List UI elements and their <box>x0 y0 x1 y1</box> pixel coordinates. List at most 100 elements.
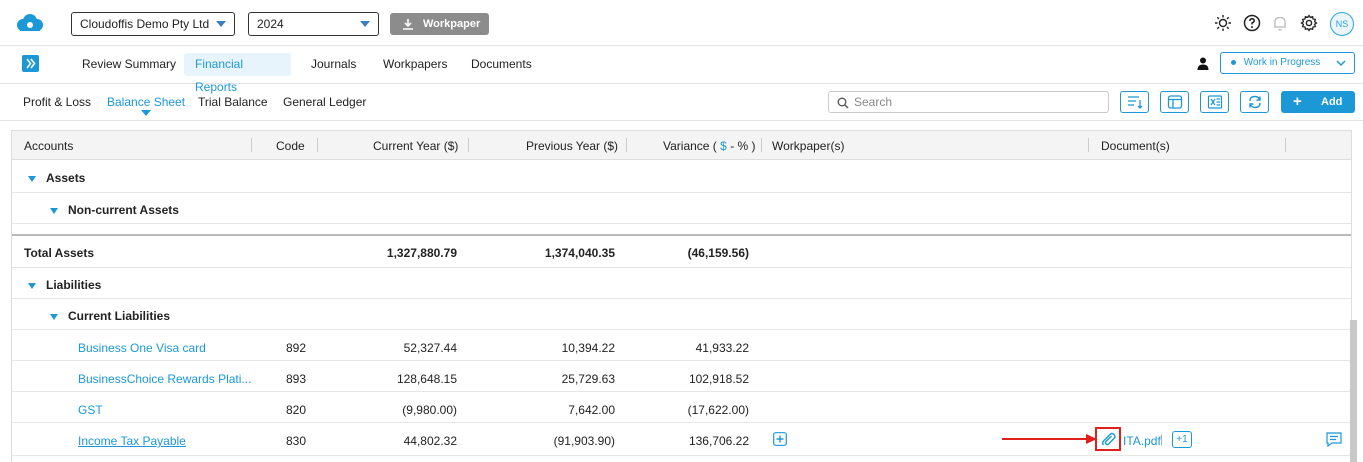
export-excel-button[interactable] <box>1200 91 1229 113</box>
group-row-non-current-assets[interactable]: Non-current Assets <box>12 193 1351 224</box>
clipped-row <box>12 224 1351 236</box>
col-code[interactable]: Code <box>276 139 305 153</box>
sort-button[interactable] <box>1120 91 1149 113</box>
col-current-year[interactable]: Current Year ($) <box>373 139 458 153</box>
total-assets-previous: 1,374,040.35 <box>544 246 615 260</box>
column-divider[interactable] <box>251 138 252 152</box>
download-icon <box>403 19 413 30</box>
variance-value: 136,706.22 <box>688 434 749 448</box>
column-divider[interactable] <box>1088 138 1089 152</box>
group-row-assets[interactable]: Assets <box>12 161 1351 193</box>
group-title: Current Liabilities <box>68 309 171 323</box>
workpaper-button-label: Workpaper <box>423 18 481 30</box>
tab-general-ledger[interactable]: General Ledger <box>283 95 366 109</box>
account-link[interactable]: Business One Visa card <box>78 341 206 355</box>
table-row[interactable]: Income Tax Payable 830 44,802.32 (91,903… <box>12 423 1351 456</box>
year-select[interactable]: 2024 <box>248 12 379 36</box>
tab-trial-balance[interactable]: Trial Balance <box>198 95 268 109</box>
table-header: Accounts Code Current Year ($) Previous … <box>12 131 1351 160</box>
column-divider[interactable] <box>761 138 762 152</box>
collapse-triangle-icon[interactable] <box>50 207 58 214</box>
col-accounts[interactable]: Accounts <box>24 139 73 153</box>
account-link[interactable]: Income Tax Payable <box>78 434 186 448</box>
total-assets-variance: (46,159.56) <box>687 246 749 260</box>
scrollbar[interactable] <box>1350 320 1357 462</box>
columns-button[interactable] <box>1160 91 1189 113</box>
account-link[interactable]: BusinessChoice Rewards Plati... <box>78 372 251 386</box>
current-year-value: 128,648.15 <box>396 372 457 386</box>
person-icon[interactable] <box>1197 57 1209 70</box>
previous-year-value: 25,729.63 <box>561 372 615 386</box>
gear-icon[interactable] <box>1300 14 1318 32</box>
add-workpaper-icon[interactable] <box>773 432 787 446</box>
add-button-label: Add <box>1321 96 1343 108</box>
tab-profit-loss[interactable]: Profit & Loss <box>23 95 91 109</box>
cloudoffis-logo[interactable] <box>14 12 46 34</box>
col-variance-dollar: $ <box>720 139 727 153</box>
company-select[interactable]: Cloudoffis Demo Pty Ltd <box>71 12 235 36</box>
sun-icon[interactable] <box>1214 14 1232 32</box>
col-workpapers[interactable]: Workpaper(s) <box>772 139 844 153</box>
col-documents[interactable]: Document(s) <box>1101 139 1170 153</box>
group-label: Non-current Assets <box>50 203 179 217</box>
account-code: 893 <box>286 372 307 386</box>
current-year-value: 44,802.32 <box>403 434 457 448</box>
refresh-button[interactable] <box>1240 91 1269 113</box>
comment-icon[interactable] <box>1326 432 1342 447</box>
account-link[interactable]: GST <box>78 403 103 417</box>
expand-sidebar-button[interactable] <box>22 55 39 72</box>
col-previous-year[interactable]: Previous Year ($) <box>526 139 618 153</box>
search-input[interactable]: Search <box>828 91 1109 113</box>
collapse-triangle-icon[interactable] <box>28 282 36 289</box>
status-select[interactable]: Work in Progress <box>1220 52 1355 74</box>
chevron-down-icon <box>360 21 370 27</box>
add-button[interactable]: + Add <box>1281 91 1355 113</box>
excel-icon <box>1207 95 1223 109</box>
double-chevron-right-icon <box>26 58 36 69</box>
user-avatar[interactable]: NS <box>1330 12 1354 36</box>
group-title: Assets <box>46 171 86 185</box>
table-row[interactable]: Business One Visa card 892 52,327.44 10,… <box>12 330 1351 361</box>
variance-value: 102,918.52 <box>688 372 749 386</box>
report-subnav: Profit & Loss Balance Sheet Trial Balanc… <box>0 84 1363 121</box>
status-value: Work in Progress <box>1243 57 1321 68</box>
tab-financial-reports[interactable]: Financial Reports <box>184 53 291 94</box>
document-link[interactable]: ITA.pdf <box>1123 434 1161 448</box>
tab-workpapers[interactable]: Workpapers <box>372 53 458 76</box>
col-variance[interactable]: Variance ( $ - % ) <box>663 139 756 153</box>
collapse-triangle-icon[interactable] <box>28 175 36 182</box>
table-row[interactable]: GST 820 (9,980.00) 7,642.00 (17,622.00) <box>12 392 1351 423</box>
group-label: Assets <box>28 171 85 185</box>
previous-year-value: 7,642.00 <box>568 403 615 417</box>
column-divider[interactable] <box>468 138 469 152</box>
help-icon[interactable] <box>1243 14 1261 32</box>
company-select-value: Cloudoffis Demo Pty Ltd <box>80 17 210 31</box>
tab-documents[interactable]: Documents <box>460 53 543 76</box>
collapse-triangle-icon[interactable] <box>50 313 58 320</box>
workpaper-button[interactable]: Workpaper <box>390 13 489 35</box>
group-row-liabilities[interactable]: Liabilities <box>12 268 1351 299</box>
total-assets-label: Total Assets <box>24 246 95 260</box>
account-code: 830 <box>286 434 307 448</box>
column-divider[interactable] <box>317 138 318 152</box>
group-row-current-liabilities[interactable]: Current Liabilities <box>12 299 1351 330</box>
tab-review-summary[interactable]: Review Summary <box>71 53 187 76</box>
total-assets-row: Total Assets 1,327,880.79 1,374,040.35 (… <box>12 236 1351 268</box>
group-title: Liabilities <box>46 278 102 292</box>
col-variance-prefix: Variance ( <box>663 139 717 153</box>
tab-balance-sheet-label: Balance Sheet <box>107 95 186 109</box>
more-documents-badge[interactable]: +1 <box>1172 431 1192 448</box>
tab-journals[interactable]: Journals <box>300 53 367 76</box>
main-nav: Review Summary Financial Reports Journal… <box>0 46 1363 94</box>
paperclip-highlight[interactable] <box>1095 427 1121 451</box>
paperclip-icon <box>1101 432 1116 446</box>
annotation-arrow-icon <box>1002 434 1097 444</box>
column-divider[interactable] <box>1285 138 1286 152</box>
column-divider[interactable] <box>626 138 627 152</box>
bell-icon[interactable] <box>1271 14 1289 32</box>
previous-year-value: 10,394.22 <box>561 341 615 355</box>
account-code: 892 <box>286 341 307 355</box>
table-row[interactable]: BusinessChoice Rewards Plati... 893 128,… <box>12 361 1351 392</box>
tab-balance-sheet[interactable]: Balance Sheet <box>107 95 186 116</box>
status-dot-icon <box>1231 59 1236 65</box>
